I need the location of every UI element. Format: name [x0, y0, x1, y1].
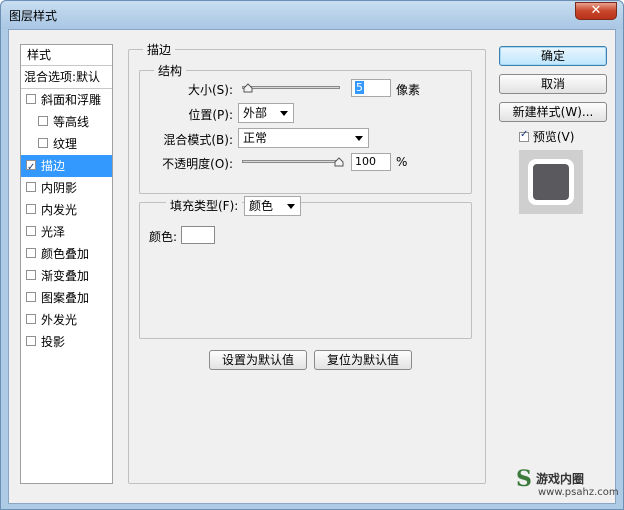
watermark-text: 游戏内圈: [536, 472, 585, 486]
pattern-overlay-checkbox[interactable]: [26, 292, 36, 302]
opacity-slider-track[interactable]: [242, 160, 340, 163]
opacity-slider-thumb[interactable]: [334, 157, 344, 167]
watermark-url: www.psahz.com: [538, 487, 619, 498]
blend-options-item[interactable]: 混合选项:默认: [21, 66, 112, 89]
blend-mode-label: 混合模式(B):: [163, 133, 233, 147]
color-label: 颜色:: [149, 230, 178, 244]
style-item-label: 内阴影: [41, 181, 78, 195]
preview-square: [533, 164, 569, 200]
close-icon: ✕: [590, 3, 602, 18]
dialog-body: 样式 混合选项:默认 斜面和浮雕 等高线 纹理 描边 内阴影 内发光 光泽 颜色…: [8, 29, 616, 504]
set-default-button[interactable]: 设置为默认值: [209, 350, 307, 370]
style-item-stroke[interactable]: 描边: [21, 155, 112, 179]
style-item-gradient-overlay[interactable]: 渐变叠加: [21, 265, 112, 287]
contour-checkbox[interactable]: [38, 116, 48, 126]
fill-type-select[interactable]: 颜色: [244, 196, 301, 216]
color-swatch[interactable]: [181, 226, 215, 244]
ok-button[interactable]: 确定: [499, 46, 607, 66]
new-style-button[interactable]: 新建样式(W)...: [499, 102, 607, 122]
texture-checkbox[interactable]: [38, 138, 48, 148]
chevron-down-icon: [287, 204, 295, 209]
blend-mode-select[interactable]: 正常: [238, 128, 369, 148]
opacity-unit: %: [396, 155, 408, 169]
satin-checkbox[interactable]: [26, 226, 36, 236]
style-item-pattern-overlay[interactable]: 图案叠加: [21, 287, 112, 309]
size-label: 大小(S):: [187, 83, 233, 97]
style-item-label: 描边: [41, 159, 66, 173]
chevron-down-icon: [355, 136, 363, 141]
position-label: 位置(P):: [188, 108, 233, 122]
style-list: 样式 混合选项:默认 斜面和浮雕 等高线 纹理 描边 内阴影 内发光 光泽 颜色…: [20, 44, 113, 484]
style-item-label: 渐变叠加: [41, 269, 90, 283]
style-item-drop-shadow[interactable]: 投影: [21, 331, 112, 353]
style-preview: [519, 150, 583, 214]
opacity-label: 不透明度(O):: [162, 157, 233, 171]
position-value: 外部: [243, 106, 268, 120]
style-item-label: 投影: [41, 335, 66, 349]
style-item-contour[interactable]: 等高线: [21, 111, 112, 133]
style-item-label: 斜面和浮雕: [41, 93, 102, 107]
preview-frame: [528, 159, 574, 205]
close-button[interactable]: ✕: [575, 2, 617, 20]
style-item-satin[interactable]: 光泽: [21, 221, 112, 243]
layer-style-dialog: 图层样式 ✕ 样式 混合选项:默认 斜面和浮雕 等高线 纹理 描边 内阴影 内发…: [0, 0, 624, 510]
style-item-bevel-emboss[interactable]: 斜面和浮雕: [21, 89, 112, 111]
blend-mode-value: 正常: [243, 131, 268, 145]
style-item-label: 光泽: [41, 225, 66, 239]
opacity-input[interactable]: 100: [351, 153, 391, 171]
size-unit: 像素: [396, 83, 421, 97]
style-item-outer-glow[interactable]: 外发光: [21, 309, 112, 331]
size-slider-track[interactable]: [242, 86, 340, 89]
style-item-label: 图案叠加: [41, 291, 90, 305]
preview-toggle[interactable]: 预览(V): [519, 128, 574, 145]
inner-shadow-checkbox[interactable]: [26, 182, 36, 192]
color-overlay-checkbox[interactable]: [26, 248, 36, 258]
bevel-emboss-checkbox[interactable]: [26, 94, 36, 104]
window-title: 图层样式: [9, 9, 58, 23]
style-list-header[interactable]: 样式: [21, 45, 112, 66]
structure-group: 结构 大小(S): 5 像素 位置(P): 外部 混合模式(B): 正常 不透明…: [139, 62, 472, 194]
fill-type-label: 填充类型(F):: [166, 197, 243, 214]
size-slider-thumb[interactable]: [243, 83, 253, 93]
size-value: 5: [355, 81, 364, 94]
inner-glow-checkbox[interactable]: [26, 204, 36, 214]
cancel-button[interactable]: 取消: [499, 74, 607, 94]
style-item-label: 等高线: [53, 115, 90, 129]
position-select[interactable]: 外部: [238, 103, 294, 123]
style-item-label: 颜色叠加: [41, 247, 90, 261]
style-item-inner-shadow[interactable]: 内阴影: [21, 177, 112, 199]
style-item-label: 内发光: [41, 203, 78, 217]
drop-shadow-checkbox[interactable]: [26, 336, 36, 346]
watermark-logo: S: [516, 466, 532, 492]
gradient-overlay-checkbox[interactable]: [26, 270, 36, 280]
stroke-checkbox[interactable]: [26, 157, 36, 179]
outer-glow-checkbox[interactable]: [26, 314, 36, 324]
title-bar[interactable]: 图层样式 ✕: [1, 1, 623, 29]
fill-type-value: 颜色: [249, 199, 274, 213]
stroke-group: 描边 结构 大小(S): 5 像素 位置(P): 外部 混合模式(B): 正常: [128, 41, 486, 484]
fill-type-group: 填充类型(F): 颜色 颜色:: [139, 196, 472, 339]
preview-checkbox[interactable]: [519, 129, 529, 142]
style-item-label: 外发光: [41, 313, 78, 327]
style-item-inner-glow[interactable]: 内发光: [21, 199, 112, 221]
reset-default-button[interactable]: 复位为默认值: [314, 350, 412, 370]
size-input[interactable]: 5: [351, 79, 391, 97]
style-item-color-overlay[interactable]: 颜色叠加: [21, 243, 112, 265]
structure-group-title: 结构: [154, 62, 187, 79]
stroke-group-title: 描边: [143, 41, 176, 58]
chevron-down-icon: [280, 111, 288, 116]
preview-label: 预览(V): [532, 130, 575, 144]
style-item-texture[interactable]: 纹理: [21, 133, 112, 155]
style-item-label: 纹理: [53, 137, 78, 151]
